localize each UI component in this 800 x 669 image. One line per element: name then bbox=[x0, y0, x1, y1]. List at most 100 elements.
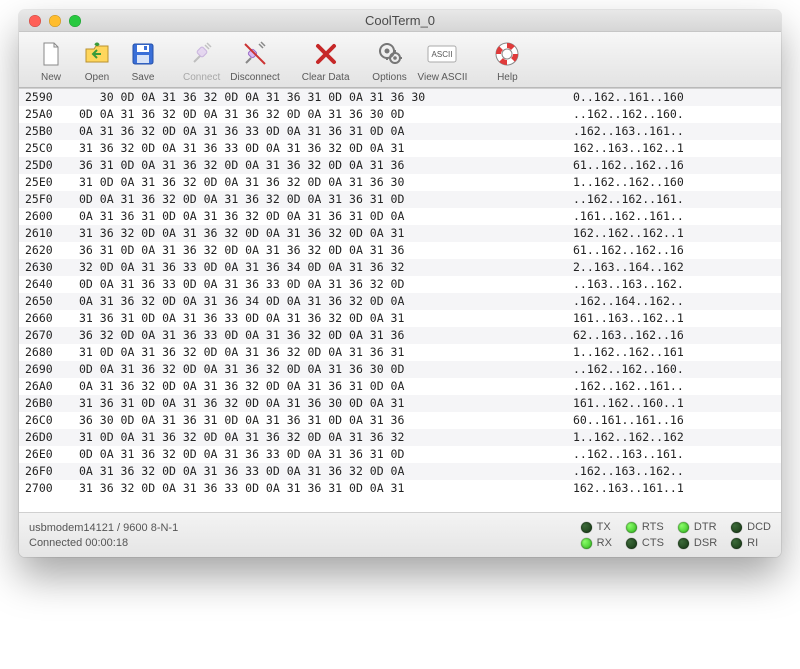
led-dtr: DTR bbox=[678, 521, 717, 533]
hex-bytes: 0D 0A 31 36 32 0D 0A 31 36 32 0D 0A 31 3… bbox=[79, 191, 503, 208]
led-ri: RI bbox=[731, 537, 771, 549]
hex-ascii: 161..163..162..1 bbox=[503, 310, 684, 327]
open-folder-icon bbox=[81, 38, 113, 70]
window-title: CoolTerm_0 bbox=[19, 13, 781, 28]
hex-row: 26E00D 0A 31 36 32 0D 0A 31 36 33 0D 0A … bbox=[19, 446, 781, 463]
hex-addr: 25C0 bbox=[25, 140, 79, 157]
connect-button[interactable]: Connect bbox=[179, 36, 224, 85]
disconnect-button[interactable]: Disconnect bbox=[226, 36, 283, 85]
hex-row: 267036 32 0D 0A 31 36 33 0D 0A 31 36 32 … bbox=[19, 327, 781, 344]
hex-row: 26F00A 31 36 32 0D 0A 31 36 33 0D 0A 31 … bbox=[19, 463, 781, 480]
hex-bytes: 31 36 31 0D 0A 31 36 33 0D 0A 31 36 32 0… bbox=[79, 310, 503, 327]
hex-row: 25F00D 0A 31 36 32 0D 0A 31 36 32 0D 0A … bbox=[19, 191, 781, 208]
port-status: usbmodem14121 / 9600 8-N-1 bbox=[29, 522, 178, 534]
hex-bytes: 36 31 0D 0A 31 36 32 0D 0A 31 36 32 0D 0… bbox=[79, 242, 503, 259]
hex-ascii: .162..163..161.. bbox=[503, 123, 684, 140]
led-label: CTS bbox=[642, 537, 664, 549]
hex-bytes: 31 0D 0A 31 36 32 0D 0A 31 36 32 0D 0A 3… bbox=[79, 344, 503, 361]
hex-addr: 2600 bbox=[25, 208, 79, 225]
connect-plug-icon bbox=[186, 38, 218, 70]
hex-ascii: .161..162..161.. bbox=[503, 208, 684, 225]
options-button[interactable]: Options bbox=[368, 36, 412, 85]
zoom-icon[interactable] bbox=[69, 15, 81, 27]
led-indicator-icon bbox=[731, 538, 742, 549]
hex-ascii: 161..162..160..1 bbox=[503, 395, 684, 412]
hex-addr: 25B0 bbox=[25, 123, 79, 140]
hex-addr: 26C0 bbox=[25, 412, 79, 429]
hex-row: 26A00A 31 36 32 0D 0A 31 36 32 0D 0A 31 … bbox=[19, 378, 781, 395]
hex-view[interactable]: 2590 30 0D 0A 31 36 32 0D 0A 31 36 31 0D… bbox=[19, 88, 781, 513]
led-indicator-icon bbox=[581, 538, 592, 549]
hex-bytes: 30 0D 0A 31 36 32 0D 0A 31 36 31 0D 0A 3… bbox=[79, 89, 503, 106]
led-rx: RX bbox=[581, 537, 612, 549]
hex-addr: 2620 bbox=[25, 242, 79, 259]
hex-addr: 26E0 bbox=[25, 446, 79, 463]
view-ascii-button[interactable]: ASCII View ASCII bbox=[414, 36, 472, 85]
hex-ascii: 162..162..162..1 bbox=[503, 225, 684, 242]
hex-ascii: ..162..162..160. bbox=[503, 361, 684, 378]
hex-ascii: .162..162..161.. bbox=[503, 378, 684, 395]
hex-bytes: 36 31 0D 0A 31 36 32 0D 0A 31 36 32 0D 0… bbox=[79, 157, 503, 174]
hex-bytes: 31 36 32 0D 0A 31 36 33 0D 0A 31 36 31 0… bbox=[79, 480, 503, 497]
ascii-text-icon: ASCII bbox=[426, 38, 458, 70]
hex-bytes: 31 0D 0A 31 36 32 0D 0A 31 36 32 0D 0A 3… bbox=[79, 429, 503, 446]
hex-bytes: 0D 0A 31 36 33 0D 0A 31 36 33 0D 0A 31 3… bbox=[79, 276, 503, 293]
hex-row: 26B031 36 31 0D 0A 31 36 32 0D 0A 31 36 … bbox=[19, 395, 781, 412]
hex-bytes: 0A 31 36 32 0D 0A 31 36 34 0D 0A 31 36 3… bbox=[79, 293, 503, 310]
new-button[interactable]: New bbox=[29, 36, 73, 85]
hex-row: 266031 36 31 0D 0A 31 36 33 0D 0A 31 36 … bbox=[19, 310, 781, 327]
help-button[interactable]: Help bbox=[485, 36, 529, 85]
hex-addr: 2650 bbox=[25, 293, 79, 310]
hex-row: 268031 0D 0A 31 36 32 0D 0A 31 36 32 0D … bbox=[19, 344, 781, 361]
led-label: DCD bbox=[747, 521, 771, 533]
minimize-icon[interactable] bbox=[49, 15, 61, 27]
hex-bytes: 0A 31 36 32 0D 0A 31 36 33 0D 0A 31 36 3… bbox=[79, 123, 503, 140]
hex-row: 25D036 31 0D 0A 31 36 32 0D 0A 31 36 32 … bbox=[19, 157, 781, 174]
hex-bytes: 0D 0A 31 36 32 0D 0A 31 36 33 0D 0A 31 3… bbox=[79, 446, 503, 463]
hex-bytes: 32 0D 0A 31 36 33 0D 0A 31 36 34 0D 0A 3… bbox=[79, 259, 503, 276]
hex-bytes: 31 36 32 0D 0A 31 36 33 0D 0A 31 36 32 0… bbox=[79, 140, 503, 157]
hex-ascii: ..162..163..161. bbox=[503, 446, 684, 463]
save-button[interactable]: Save bbox=[121, 36, 165, 85]
led-dsr: DSR bbox=[678, 537, 717, 549]
led-indicator-icon bbox=[731, 522, 742, 533]
hex-addr: 2680 bbox=[25, 344, 79, 361]
clear-x-icon bbox=[310, 38, 342, 70]
hex-row: 26500A 31 36 32 0D 0A 31 36 34 0D 0A 31 … bbox=[19, 293, 781, 310]
led-indicator-icon bbox=[581, 522, 592, 533]
hex-addr: 2590 bbox=[25, 89, 79, 106]
led-label: TX bbox=[597, 521, 611, 533]
hex-ascii: 162..163..162..1 bbox=[503, 140, 684, 157]
hex-row: 263032 0D 0A 31 36 33 0D 0A 31 36 34 0D … bbox=[19, 259, 781, 276]
clear-data-button[interactable]: Clear Data bbox=[298, 36, 354, 85]
hex-ascii: ..162..162..161. bbox=[503, 191, 684, 208]
connection-status: Connected 00:00:18 bbox=[29, 537, 178, 549]
close-icon[interactable] bbox=[29, 15, 41, 27]
hex-bytes: 36 32 0D 0A 31 36 33 0D 0A 31 36 32 0D 0… bbox=[79, 327, 503, 344]
led-indicator-icon bbox=[678, 522, 689, 533]
hex-ascii: .162..163..162.. bbox=[503, 463, 684, 480]
hex-row: 26900D 0A 31 36 32 0D 0A 31 36 32 0D 0A … bbox=[19, 361, 781, 378]
gear-icon bbox=[374, 38, 406, 70]
hex-addr: 2690 bbox=[25, 361, 79, 378]
led-label: DTR bbox=[694, 521, 717, 533]
hex-addr: 2670 bbox=[25, 327, 79, 344]
hex-ascii: 162..163..161..1 bbox=[503, 480, 684, 497]
disconnect-plug-icon bbox=[239, 38, 271, 70]
hex-addr: 25D0 bbox=[25, 157, 79, 174]
hex-ascii: ..162..162..160. bbox=[503, 106, 684, 123]
led-label: RI bbox=[747, 537, 758, 549]
app-window: CoolTerm_0 New Open Save Connect bbox=[19, 10, 781, 557]
hex-addr: 25F0 bbox=[25, 191, 79, 208]
led-indicator-icon bbox=[626, 538, 637, 549]
save-disk-icon bbox=[127, 38, 159, 70]
hex-addr: 2660 bbox=[25, 310, 79, 327]
led-dcd: DCD bbox=[731, 521, 771, 533]
hex-ascii: 1..162..162..160 bbox=[503, 174, 684, 191]
led-indicator-icon bbox=[626, 522, 637, 533]
open-button[interactable]: Open bbox=[75, 36, 119, 85]
led-indicator-icon bbox=[678, 538, 689, 549]
hex-row: 25B00A 31 36 32 0D 0A 31 36 33 0D 0A 31 … bbox=[19, 123, 781, 140]
hex-bytes: 31 36 32 0D 0A 31 36 32 0D 0A 31 36 32 0… bbox=[79, 225, 503, 242]
hex-row: 261031 36 32 0D 0A 31 36 32 0D 0A 31 36 … bbox=[19, 225, 781, 242]
